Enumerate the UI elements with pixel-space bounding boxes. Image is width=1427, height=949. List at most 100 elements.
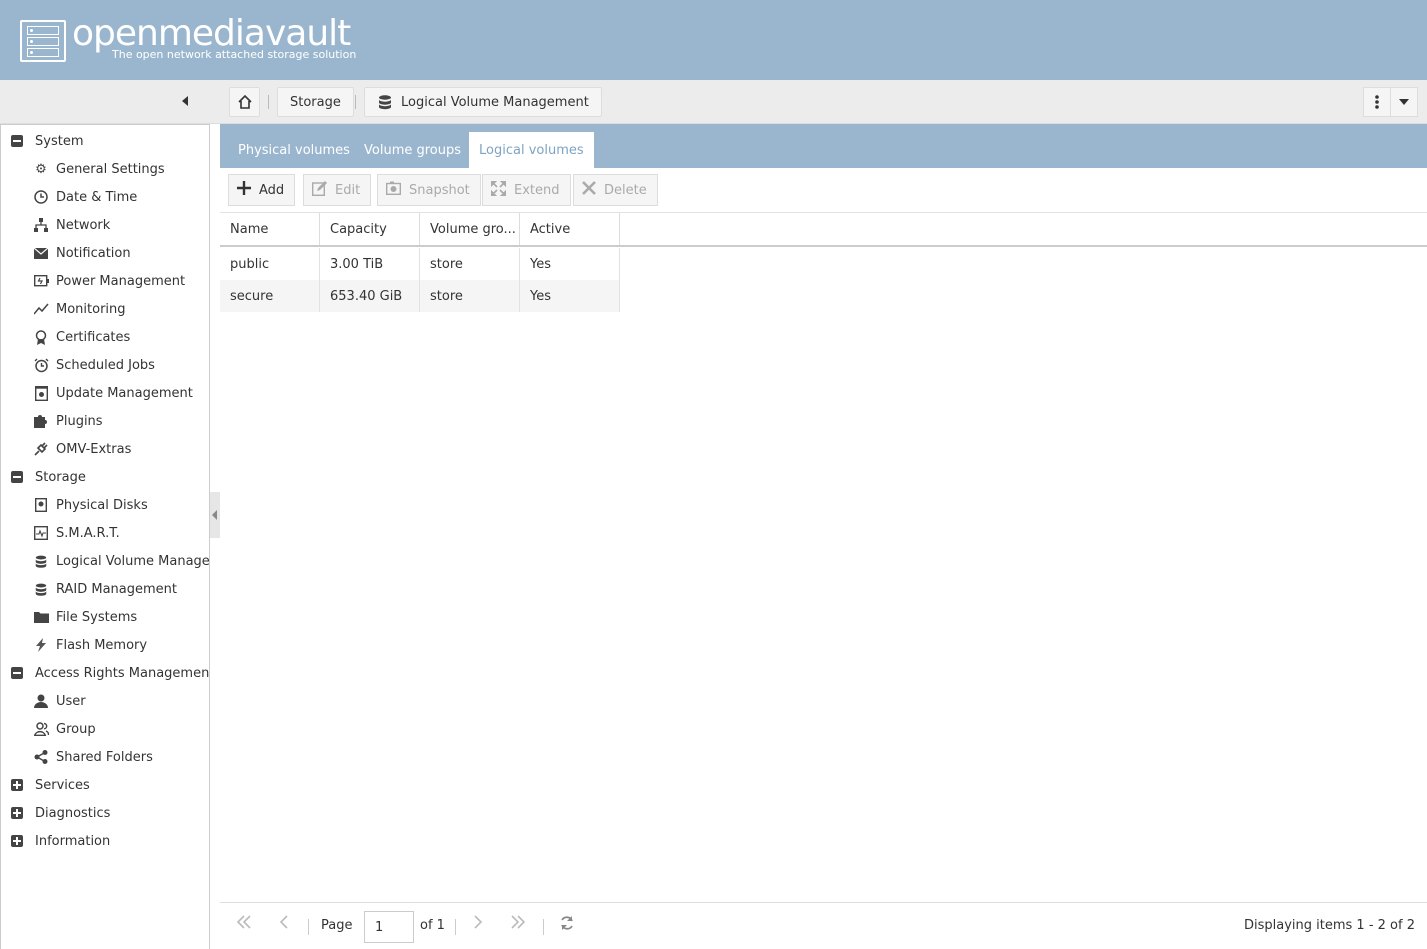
last-page-button[interactable] bbox=[510, 915, 526, 933]
expand-icon[interactable] bbox=[11, 779, 23, 791]
times-icon bbox=[582, 181, 596, 199]
add-button[interactable]: Add bbox=[228, 174, 296, 206]
breadcrumb-bar: Storage Logical Volume Management bbox=[0, 80, 1427, 124]
sidebar-item-general-settings[interactable]: ⚙ General Settings bbox=[33, 155, 165, 183]
flash-icon bbox=[33, 637, 49, 653]
collapse-icon[interactable] bbox=[11, 667, 23, 679]
sidebar-item-group[interactable]: Group bbox=[33, 715, 96, 743]
column-header-volume-group[interactable]: Volume gro... bbox=[420, 213, 520, 245]
snapshot-button[interactable]: Snapshot bbox=[377, 174, 481, 206]
cell-active: Yes bbox=[520, 280, 620, 312]
pager-status: Displaying items 1 - 2 of 2 bbox=[1244, 918, 1415, 933]
edit-icon bbox=[311, 180, 327, 200]
page-label: Page bbox=[321, 918, 353, 933]
cell-volume-group: store bbox=[420, 280, 520, 312]
extend-button[interactable]: Extend bbox=[482, 174, 571, 206]
sidebar-item-update-management[interactable]: Update Management bbox=[33, 379, 193, 407]
double-chevron-right-icon bbox=[511, 915, 526, 929]
expand-icon[interactable] bbox=[11, 835, 23, 847]
nav-group-information[interactable]: Information bbox=[11, 827, 110, 855]
puzzle-icon bbox=[33, 413, 49, 429]
sidebar-item-certificates[interactable]: Certificates bbox=[33, 323, 130, 351]
sidebar-item-file-systems[interactable]: File Systems bbox=[33, 603, 137, 631]
grid-header: Name Capacity Volume gro... Active bbox=[220, 213, 1427, 247]
expand-icon[interactable] bbox=[11, 807, 23, 819]
database-icon bbox=[33, 553, 49, 569]
user-icon bbox=[33, 693, 49, 709]
folder-icon bbox=[33, 609, 49, 625]
chart-line-icon bbox=[33, 301, 49, 317]
column-header-name[interactable]: Name bbox=[220, 213, 320, 245]
page-count: of 1 bbox=[420, 918, 445, 933]
chevron-left-icon bbox=[279, 915, 288, 929]
sidebar-item-raid-management[interactable]: RAID Management bbox=[33, 575, 177, 603]
sidebar-item-shared-folders[interactable]: Shared Folders bbox=[33, 743, 153, 771]
first-page-button[interactable] bbox=[236, 915, 252, 933]
share-icon bbox=[33, 749, 49, 765]
sidebar-item-monitoring[interactable]: Monitoring bbox=[33, 295, 126, 323]
sidebar-item-lvm[interactable]: Logical Volume Managem bbox=[33, 547, 209, 575]
previous-page-button[interactable] bbox=[279, 915, 289, 933]
tab-physical-volumes[interactable]: Physical volumes bbox=[228, 132, 360, 168]
sidebar-item-omv-extras[interactable]: OMV-Extras bbox=[33, 435, 131, 463]
refresh-button[interactable] bbox=[559, 915, 575, 935]
pulse-icon bbox=[33, 525, 49, 541]
sidebar-item-plugins[interactable]: Plugins bbox=[33, 407, 103, 435]
camera-icon bbox=[385, 181, 402, 199]
update-icon bbox=[33, 385, 49, 401]
users-icon bbox=[33, 721, 49, 737]
kebab-menu-button[interactable] bbox=[1363, 87, 1391, 117]
breadcrumb-storage[interactable]: Storage bbox=[277, 87, 354, 117]
nav-group-diagnostics[interactable]: Diagnostics bbox=[11, 799, 110, 827]
refresh-icon bbox=[561, 916, 573, 930]
page-number-input[interactable] bbox=[364, 911, 414, 943]
breadcrumb-lvm[interactable]: Logical Volume Management bbox=[364, 87, 602, 117]
sidebar-item-flash-memory[interactable]: Flash Memory bbox=[33, 631, 147, 659]
sidebar-splitter[interactable] bbox=[210, 492, 220, 538]
nav-group-services[interactable]: Services bbox=[11, 771, 90, 799]
tab-volume-groups[interactable]: Volume groups bbox=[354, 132, 471, 168]
app-header: openmediavault The open network attached… bbox=[0, 0, 1427, 80]
alarm-clock-icon bbox=[33, 357, 49, 373]
cell-name: public bbox=[220, 248, 320, 280]
sidebar-item-network[interactable]: Network bbox=[33, 211, 110, 239]
edit-button[interactable]: Edit bbox=[303, 174, 372, 206]
cell-capacity: 653.40 GiB bbox=[320, 280, 420, 312]
nav-group-access-rights[interactable]: Access Rights Management bbox=[11, 659, 209, 687]
sidebar-item-smart[interactable]: S.M.A.R.T. bbox=[33, 519, 120, 547]
dropdown-menu-button[interactable] bbox=[1390, 87, 1418, 117]
column-header-active[interactable]: Active bbox=[520, 213, 620, 245]
sidebar-item-power-management[interactable]: Power Management bbox=[33, 267, 185, 295]
home-button[interactable] bbox=[229, 87, 260, 117]
plus-icon bbox=[237, 181, 251, 199]
table-row[interactable]: public 3.00 TiB store Yes bbox=[220, 248, 620, 280]
sidebar-item-user[interactable]: User bbox=[33, 687, 86, 715]
collapse-sidebar-button[interactable] bbox=[182, 96, 188, 106]
sidebar-item-notification[interactable]: Notification bbox=[33, 239, 131, 267]
power-icon bbox=[33, 273, 49, 289]
next-page-button[interactable] bbox=[473, 915, 483, 933]
envelope-icon bbox=[33, 245, 49, 261]
sidebar-item-physical-disks[interactable]: Physical Disks bbox=[33, 491, 148, 519]
delete-button[interactable]: Delete bbox=[573, 174, 658, 206]
sidebar-item-date-time[interactable]: Date & Time bbox=[33, 183, 137, 211]
database-icon bbox=[379, 95, 391, 110]
plug-icon bbox=[33, 441, 49, 457]
table-row[interactable]: secure 653.40 GiB store Yes bbox=[220, 280, 620, 312]
gears-icon: ⚙ bbox=[35, 161, 47, 177]
sidebar-nav: System ⚙ General Settings Date & Time Net… bbox=[0, 124, 210, 949]
expand-icon bbox=[490, 179, 507, 200]
action-toolbar: Add Edit Snapshot Extend Delete bbox=[220, 168, 1427, 213]
nav-group-storage[interactable]: Storage bbox=[11, 463, 86, 491]
cell-capacity: 3.00 TiB bbox=[320, 248, 420, 280]
disk-icon bbox=[33, 497, 49, 513]
collapse-icon[interactable] bbox=[11, 471, 23, 483]
home-icon bbox=[237, 94, 252, 109]
database-icon bbox=[33, 581, 49, 597]
collapse-icon[interactable] bbox=[11, 135, 23, 147]
tab-logical-volumes[interactable]: Logical volumes bbox=[469, 132, 594, 168]
column-header-capacity[interactable]: Capacity bbox=[320, 213, 420, 245]
logo-icon bbox=[20, 20, 66, 62]
nav-group-system[interactable]: System bbox=[11, 127, 83, 155]
sidebar-item-scheduled-jobs[interactable]: Scheduled Jobs bbox=[33, 351, 155, 379]
